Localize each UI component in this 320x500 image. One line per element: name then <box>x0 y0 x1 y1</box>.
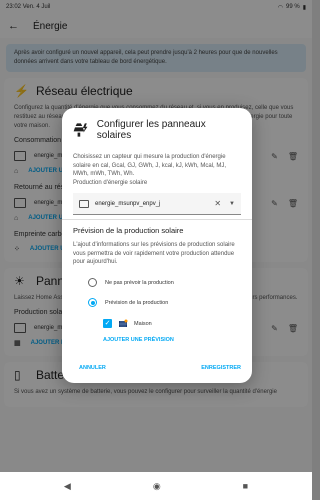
forecast-source-row[interactable]: ✓ Maison <box>73 315 241 333</box>
clear-icon[interactable]: ✕ <box>214 199 221 208</box>
meter-icon <box>79 199 89 208</box>
chevron-down-icon[interactable]: ▼ <box>229 201 235 207</box>
nav-back-icon[interactable]: ◀ <box>64 481 71 492</box>
forecast-source-checkbox[interactable]: ✓ <box>103 319 112 328</box>
solar-config-dialog: Configurer les panneaux solaires Choisis… <box>62 108 252 383</box>
option-forecast[interactable]: Prévision de la production <box>73 293 241 313</box>
solar-field-label: Production d'énergie solaire <box>73 179 148 186</box>
add-forecast-button[interactable]: AJOUTER UNE PRÉVISION <box>73 333 241 347</box>
nav-home-icon[interactable]: ◉ <box>153 481 161 492</box>
forecast-description: L'ajout d'informations sur les prévision… <box>73 242 235 265</box>
dialog-title: Configurer les panneaux solaires <box>96 119 206 141</box>
nav-recents-icon[interactable]: ■ <box>243 481 248 491</box>
option-forecast-label: Prévision de la production <box>105 299 169 306</box>
save-button[interactable]: ENREGISTRER <box>201 365 241 371</box>
android-nav-bar: ◀ ◉ ■ <box>0 472 312 500</box>
cancel-button[interactable]: ANNULER <box>79 365 106 371</box>
option-no-forecast-label: Ne pas prévoir la production <box>105 279 174 286</box>
solar-sensor-select[interactable]: energie_msunpv_enpv_j ✕ ▼ <box>73 193 241 215</box>
radio-forecast[interactable] <box>88 298 97 307</box>
radio-no-forecast[interactable] <box>88 278 97 287</box>
forecast-section-title: Prévision de la production solaire <box>73 226 184 235</box>
selected-sensor-value: energie_msunpv_enpv_j <box>95 200 161 207</box>
dialog-description: Choisissez un capteur qui mesure la prod… <box>73 154 227 177</box>
forecast-source-label: Maison <box>134 320 152 327</box>
add-forecast-label: AJOUTER UNE PRÉVISION <box>103 336 174 343</box>
divider <box>62 219 252 220</box>
solar-power-icon <box>73 123 88 137</box>
forecast-solar-icon <box>119 319 128 327</box>
option-no-forecast[interactable]: Ne pas prévoir la production <box>73 273 241 293</box>
